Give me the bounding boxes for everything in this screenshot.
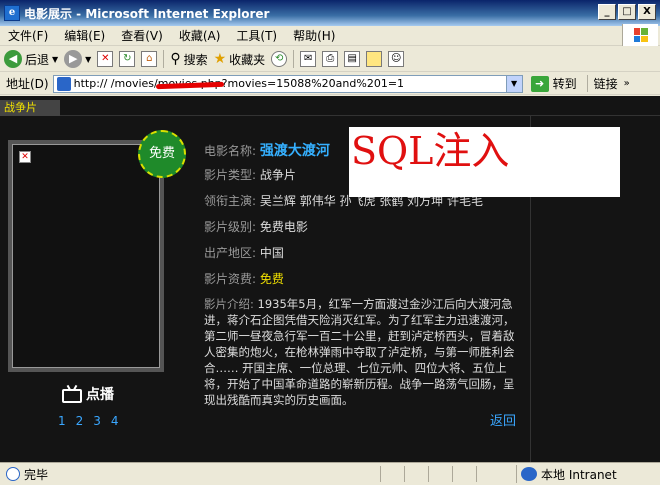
favorites-button[interactable]: ★ 收藏夹 bbox=[214, 51, 266, 68]
menu-view[interactable]: 查看(V) bbox=[113, 27, 171, 44]
search-label: 搜索 bbox=[183, 52, 208, 67]
synopsis-text: 1935年5月，红军一方面渡过金沙江后向大渡河急进，蒋介石企图凭借天险消灭红军。… bbox=[204, 297, 515, 407]
movie-name-label: 电影名称: bbox=[204, 144, 257, 158]
intranet-icon bbox=[521, 467, 537, 481]
history-icon[interactable]: ⟲ bbox=[271, 51, 288, 67]
movie-region: 中国 bbox=[259, 246, 284, 260]
movie-level-row: 影片级别: 免费电影 bbox=[204, 218, 522, 244]
movie-level: 免费电影 bbox=[259, 220, 308, 234]
address-url[interactable]: http:// /movies/movies.php?movies=15088%… bbox=[74, 77, 404, 90]
search-button[interactable]: ⚲ 搜索 bbox=[170, 51, 207, 68]
movie-fee-row: 影片资费: 免费 bbox=[204, 270, 522, 296]
play-section[interactable]: 点播 bbox=[62, 384, 114, 404]
back-dropdown-icon[interactable]: ▼ bbox=[52, 55, 58, 64]
episode-link[interactable]: 4 bbox=[111, 414, 119, 428]
forward-dropdown-icon[interactable]: ▼ bbox=[85, 55, 91, 64]
menu-favorites[interactable]: 收藏(A) bbox=[171, 27, 229, 44]
stop-icon[interactable]: ✕ bbox=[97, 51, 114, 67]
play-label: 点播 bbox=[86, 387, 114, 403]
free-badge: 免费 bbox=[138, 130, 186, 178]
synopsis-label: 影片介绍: bbox=[204, 297, 254, 311]
discuss-icon[interactable] bbox=[366, 51, 383, 67]
poster-frame: ✕ bbox=[8, 140, 164, 372]
title-bar: e 电影展示 - Microsoft Internet Explorer _ □… bbox=[0, 0, 660, 26]
forward-button[interactable]: ▶ ▼ bbox=[64, 50, 91, 68]
status-panels bbox=[380, 466, 498, 482]
close-button[interactable]: X bbox=[638, 4, 656, 20]
back-arrow-icon: ◀ bbox=[4, 50, 22, 68]
address-input[interactable]: http:// /movies/movies.php?movies=15088%… bbox=[52, 74, 523, 93]
movie-cast-label: 领衔主演: bbox=[204, 194, 257, 208]
address-label: 地址(D) bbox=[6, 77, 49, 91]
ie-icon: e bbox=[4, 5, 20, 21]
movie-fee: 免费 bbox=[259, 272, 284, 286]
security-zone: 本地 Intranet bbox=[516, 465, 617, 483]
menu-bar: 文件(F) 编辑(E) 查看(V) 收藏(A) 工具(T) 帮助(H) bbox=[0, 24, 660, 46]
zone-label: 本地 Intranet bbox=[541, 467, 617, 482]
movie-synopsis: 影片介绍: 1935年5月，红军一方面渡过金沙江后向大渡河急进，蒋介石企图凭借天… bbox=[204, 296, 522, 408]
episode-link[interactable]: 3 bbox=[93, 414, 101, 428]
episode-list: 1 2 3 4 bbox=[58, 414, 119, 428]
search-icon: ⚲ bbox=[170, 51, 181, 67]
menu-tools[interactable]: 工具(T) bbox=[228, 27, 285, 44]
minimize-button[interactable]: _ bbox=[598, 4, 616, 20]
toolbar-separator bbox=[163, 50, 165, 68]
toolbar: ◀ 后退 ▼ ▶ ▼ ✕ ↻ ⌂ ⚲ 搜索 ★ 收藏夹 ⟲ ✉ ⎙ ▤ ☺ bbox=[0, 47, 660, 72]
episode-link[interactable]: 2 bbox=[76, 414, 84, 428]
status-text: 完毕 bbox=[24, 467, 49, 482]
address-dropdown-icon[interactable]: ▼ bbox=[505, 75, 522, 92]
favorites-label: 收藏夹 bbox=[229, 52, 266, 67]
page-done-icon bbox=[6, 467, 20, 481]
go-arrow-icon: ➜ bbox=[530, 75, 549, 92]
movie-type: 战争片 bbox=[259, 168, 296, 182]
print-icon[interactable]: ⎙ bbox=[322, 51, 339, 67]
messenger-icon[interactable]: ☺ bbox=[388, 51, 405, 67]
category-divider bbox=[60, 115, 660, 116]
category-tab[interactable]: 战争片 bbox=[0, 100, 60, 116]
annotation-text: SQL注入 bbox=[351, 129, 510, 173]
chevron-right-icon[interactable]: » bbox=[624, 78, 630, 89]
tv-icon bbox=[62, 384, 82, 403]
mail-icon[interactable]: ✉ bbox=[300, 51, 317, 67]
back-button[interactable]: ◀ 后退 ▼ bbox=[4, 50, 58, 68]
broken-image-icon: ✕ bbox=[19, 151, 31, 163]
status-bar: 完毕 本地 Intranet bbox=[0, 462, 660, 485]
poster-image[interactable]: ✕ bbox=[12, 144, 160, 368]
window-title: 电影展示 - Microsoft Internet Explorer bbox=[24, 6, 270, 21]
address-bar: 地址(D) http:// /movies/movies.php?movies=… bbox=[0, 73, 660, 95]
forward-arrow-icon: ▶ bbox=[64, 50, 83, 68]
links-button[interactable]: 链接 bbox=[586, 75, 618, 92]
go-label: 转到 bbox=[552, 77, 577, 91]
maximize-button[interactable]: □ bbox=[618, 4, 636, 20]
movie-type-label: 影片类型: bbox=[204, 168, 257, 182]
menu-edit[interactable]: 编辑(E) bbox=[56, 27, 113, 44]
edit-icon[interactable]: ▤ bbox=[344, 51, 361, 67]
refresh-icon[interactable]: ↻ bbox=[119, 51, 136, 67]
annotation-overlay: SQL注入 bbox=[349, 127, 620, 197]
toolbar-separator bbox=[293, 50, 295, 68]
star-icon: ★ bbox=[213, 51, 227, 67]
movie-region-row: 出产地区: 中国 bbox=[204, 244, 522, 270]
menu-help[interactable]: 帮助(H) bbox=[285, 27, 343, 44]
episode-link[interactable]: 1 bbox=[58, 414, 66, 428]
go-button[interactable]: ➜ 转到 bbox=[530, 75, 577, 92]
home-icon[interactable]: ⌂ bbox=[141, 51, 158, 67]
back-link[interactable]: 返回 bbox=[490, 410, 516, 429]
back-label: 后退 bbox=[25, 52, 50, 67]
movie-level-label: 影片级别: bbox=[204, 220, 257, 234]
page-icon bbox=[56, 76, 71, 91]
windows-logo-icon bbox=[622, 24, 658, 46]
movie-name: 强渡大渡河 bbox=[259, 143, 330, 159]
movie-fee-label: 影片资费: bbox=[204, 272, 257, 286]
menu-file[interactable]: 文件(F) bbox=[0, 27, 56, 44]
movie-region-label: 出产地区: bbox=[204, 246, 257, 260]
